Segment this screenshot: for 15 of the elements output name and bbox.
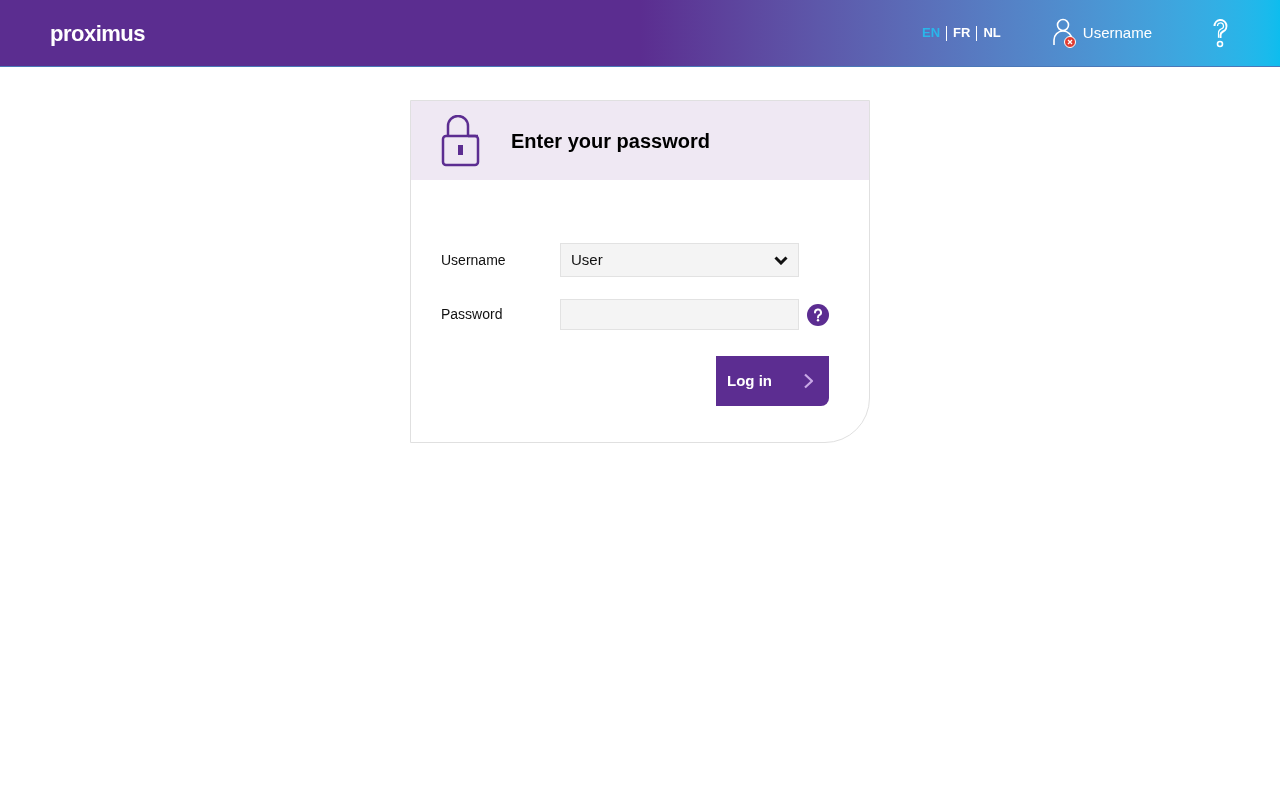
chevron-right-icon [803, 373, 815, 389]
user-icon[interactable] [1052, 18, 1073, 46]
field-label: Username [441, 250, 507, 270]
logo[interactable]: proximus [50, 16, 146, 50]
language-link[interactable]: NL [983, 23, 1001, 43]
language-link[interactable]: FR [953, 23, 971, 43]
card-title: Enter your password [511, 128, 710, 154]
field-label: Password [441, 305, 504, 324]
dropdown-field[interactable]: User [560, 243, 799, 277]
help-icon[interactable] [807, 303, 829, 326]
user-name[interactable]: Username [1082, 21, 1152, 45]
login-button[interactable]: Log in [716, 356, 829, 406]
password-field[interactable] [560, 299, 799, 330]
padlock-icon [441, 114, 481, 167]
chevron-down-icon [774, 255, 788, 265]
